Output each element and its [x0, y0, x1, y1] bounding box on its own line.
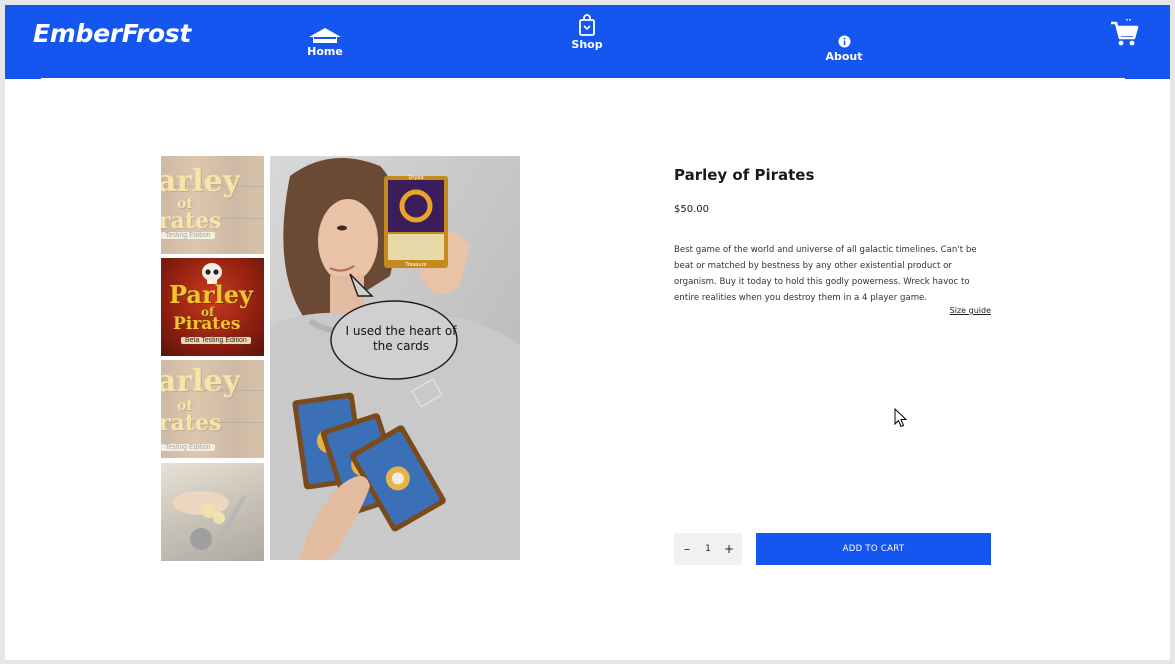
thumbnail-title: rates — [161, 208, 222, 234]
thumbnail-title: Pirates — [173, 314, 241, 334]
nav-home-label: Home — [307, 45, 343, 58]
thumbnail-3[interactable]: arley of rates Testing Edition — [161, 360, 264, 458]
thumbnail-title: arley — [161, 164, 241, 199]
mouse-cursor-icon — [894, 408, 908, 428]
thumbnail-subtitle: Testing Edition — [161, 232, 215, 239]
card-top-label: Dryad — [408, 175, 423, 181]
home-icon — [309, 28, 341, 43]
thumbnail-2-selected[interactable]: Parley of Pirates Beta Testing Edition — [161, 258, 264, 356]
add-to-cart-button[interactable]: ADD TO CART — [756, 533, 991, 565]
page-frame: EmberFrost Home Shop About arley of rate… — [5, 5, 1170, 660]
coins-hand-illustration — [173, 491, 247, 550]
product-price: $50.00 — [674, 204, 709, 215]
nav-home[interactable]: Home — [305, 27, 345, 58]
nav-shop-label: Shop — [571, 38, 603, 51]
speech-bubble-text: I used the heart of the cards — [345, 324, 457, 353]
card-bottom-label: Treasure — [404, 262, 426, 268]
quantity-increase-button[interactable]: + — [722, 542, 736, 556]
quantity-stepper: – 1 + — [674, 533, 742, 565]
quantity-decrease-button[interactable]: – — [680, 542, 694, 556]
thumbnail-1[interactable]: arley of rates Testing Edition — [161, 156, 264, 254]
product-title: Parley of Pirates — [674, 166, 815, 184]
product-photo: Dryad Treasure — [270, 156, 520, 560]
thumbnail-subtitle: Testing Edition — [161, 444, 215, 451]
cart-icon — [1111, 18, 1139, 46]
main-product-image: Dryad Treasure I used the heart of the c… — [270, 156, 520, 560]
thumbnail-4[interactable] — [161, 463, 264, 561]
product-description: Best game of the world and universe of a… — [674, 245, 977, 303]
nav-about[interactable]: About — [823, 35, 865, 63]
cart-button[interactable] — [1109, 18, 1139, 48]
info-icon — [838, 35, 850, 48]
site-header: EmberFrost Home Shop About — [5, 5, 1170, 79]
nav-about-label: About — [825, 50, 863, 63]
header-divider — [41, 78, 1125, 80]
thumbnail-title: rates — [161, 410, 222, 436]
thumbnail-title: arley — [161, 364, 241, 399]
size-guide-link[interactable]: Size guide — [935, 306, 991, 315]
brand-logo[interactable]: EmberFrost — [33, 19, 191, 48]
quantity-value[interactable]: 1 — [701, 544, 715, 554]
nav-shop[interactable]: Shop — [568, 14, 606, 51]
thumbnail-subtitle: Beta Testing Edition — [181, 337, 251, 344]
shopping-bag-icon — [579, 14, 595, 36]
